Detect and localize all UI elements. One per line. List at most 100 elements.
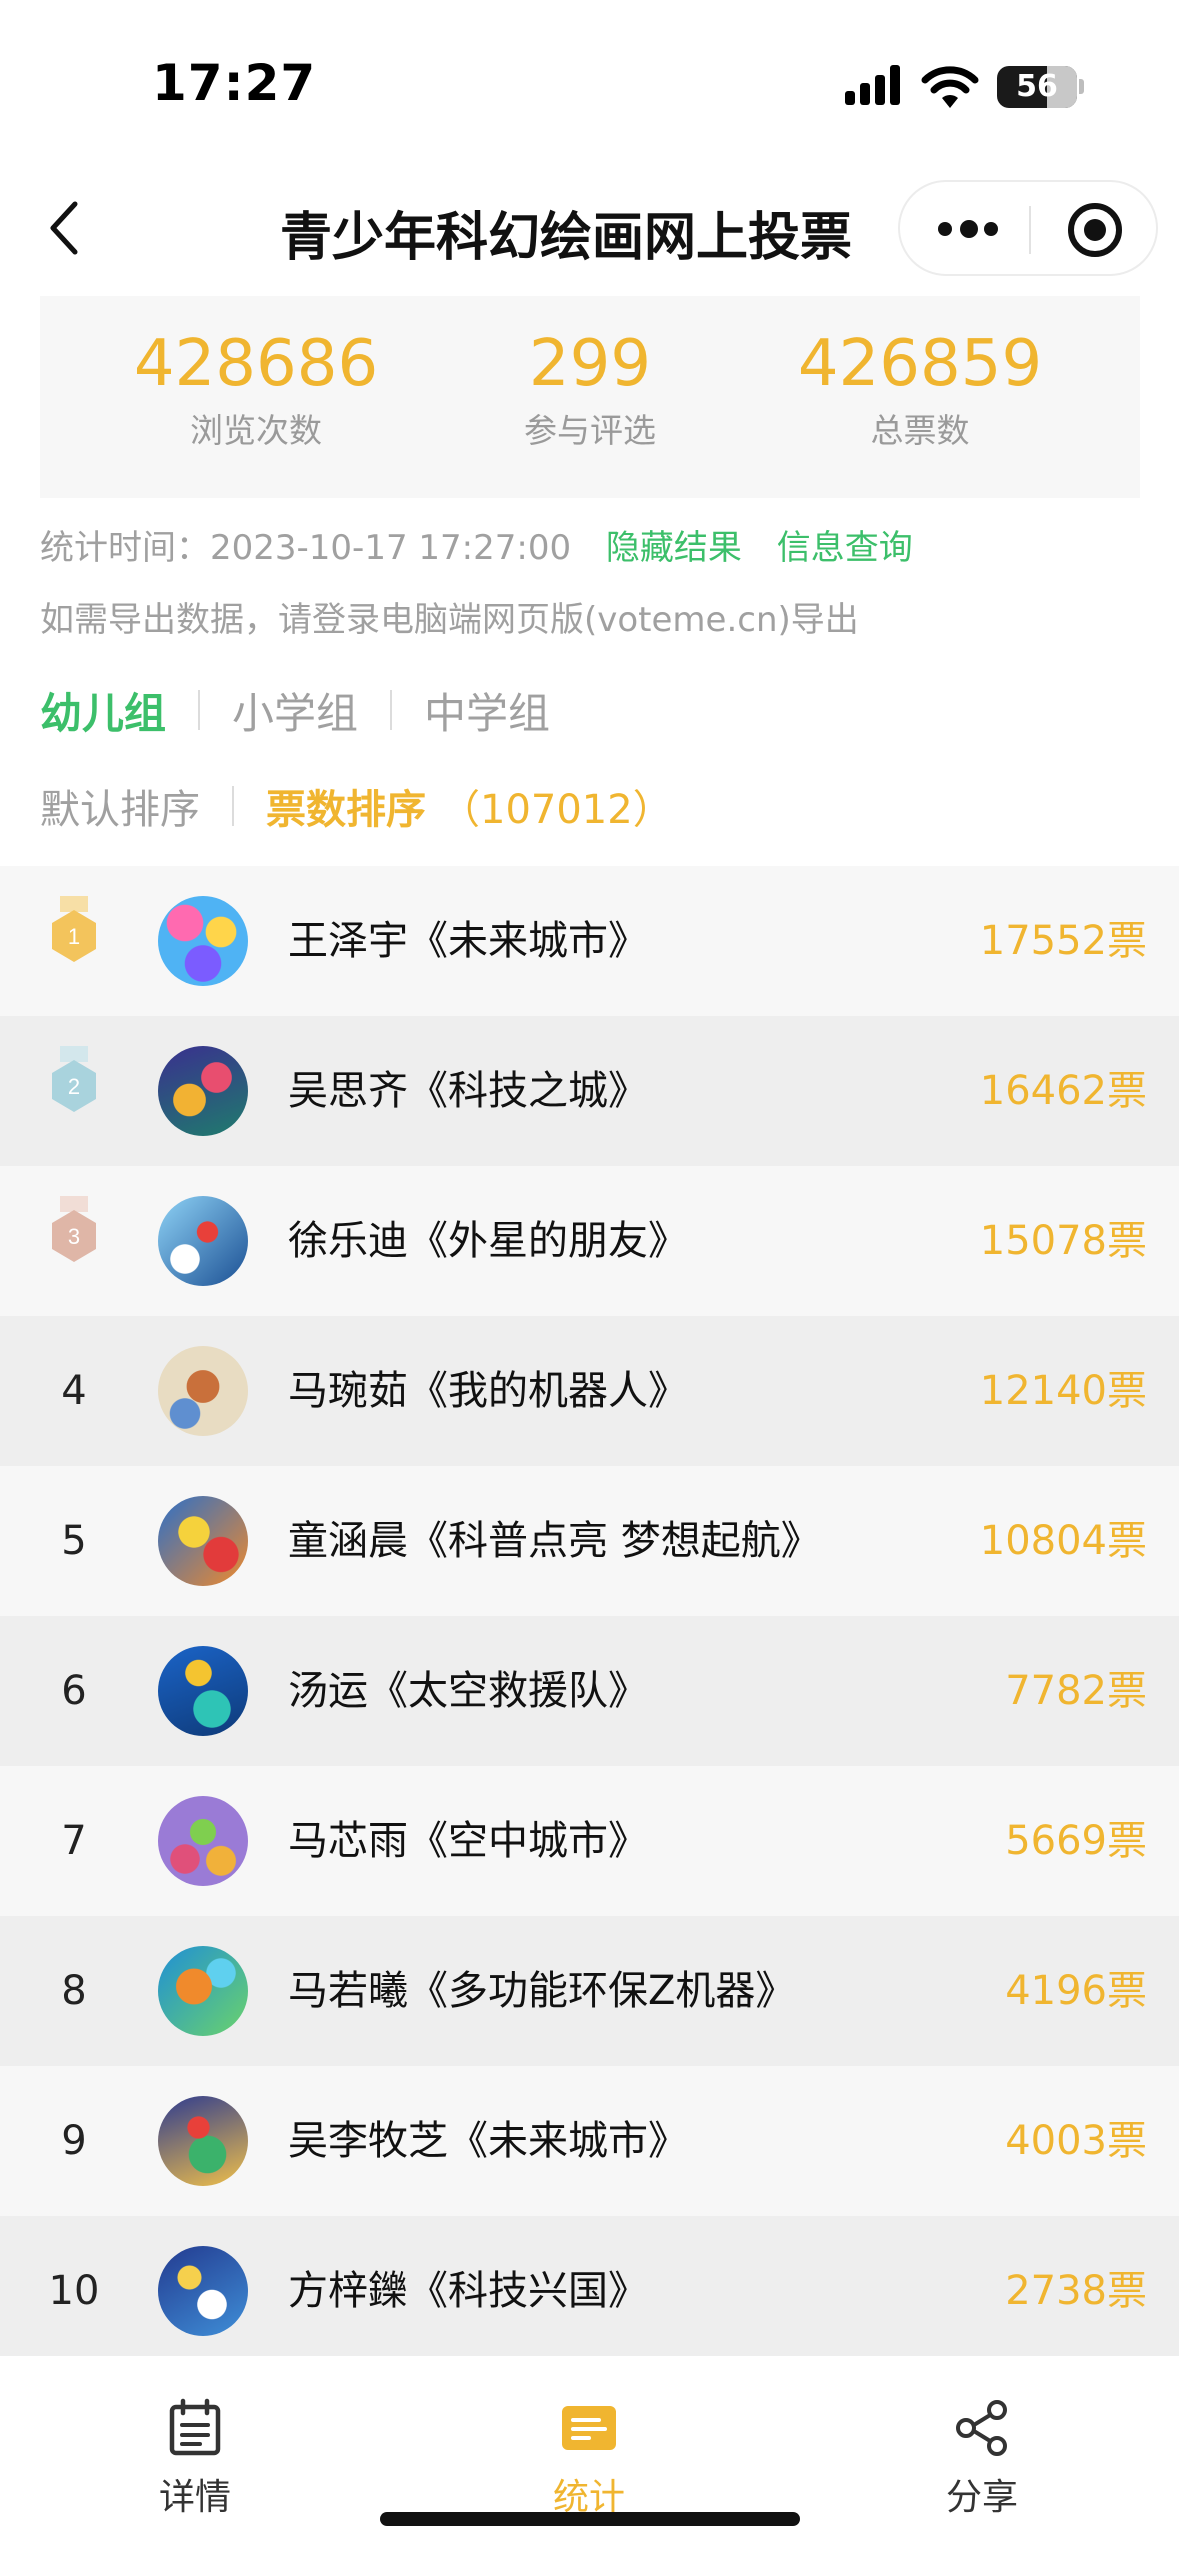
silver-medal-icon: 2 (52, 1046, 96, 1112)
sort-by-votes[interactable]: 票数排序 (266, 777, 426, 835)
battery-level: 56 (1016, 69, 1058, 104)
entry-name: 吴李牧芝《未来城市》 (288, 2118, 688, 2164)
stat-value: 426859 (797, 327, 1043, 401)
home-indicator (380, 2512, 800, 2526)
entry-votes: 10804票 (979, 1518, 1147, 1564)
rank-number: 8 (61, 1968, 87, 2014)
status-time: 17:27 (152, 54, 317, 112)
medal-rank: 1 (68, 924, 80, 949)
tab-separator (198, 690, 201, 730)
list-item[interactable]: 1 王泽宇《未来城市》 17552票 (0, 866, 1179, 1016)
medal-rank: 3 (68, 1224, 80, 1249)
back-arrow-icon[interactable] (45, 198, 85, 258)
entry-votes: 12140票 (979, 1368, 1147, 1414)
sort-vote-count: （107012） (440, 787, 673, 833)
share-icon (956, 2400, 1007, 2456)
tabbar-label: 详情 (158, 2477, 231, 2518)
entry-name: 马若曦《多功能环保Z机器》 (288, 1968, 796, 2014)
entry-votes: 15078票 (979, 1218, 1147, 1264)
entry-votes: 17552票 (979, 918, 1147, 964)
bottom-tab-bar: 详情 统计 分享 (0, 2356, 1179, 2556)
rank-number: 6 (61, 1668, 87, 1714)
calendar-icon (169, 2398, 221, 2456)
list-item[interactable]: 7 马芯雨《空中城市》 5669票 (0, 1766, 1179, 1916)
stat-label: 参与评选 (524, 411, 656, 450)
bronze-medal-icon: 3 (52, 1196, 96, 1262)
artwork-thumbnail (158, 896, 248, 986)
entry-name: 方梓鑠《科技兴国》 (288, 2268, 648, 2314)
sort-default[interactable]: 默认排序 (40, 777, 200, 835)
sort-options: 默认排序 票数排序 （107012） (40, 776, 673, 836)
entry-name: 马琬茹《我的机器人》 (288, 1368, 688, 1414)
rank-number: 5 (61, 1518, 87, 1564)
stat-value: 428686 (133, 327, 379, 401)
entry-name: 马芯雨《空中城市》 (288, 1818, 648, 1864)
tabbar-label: 分享 (945, 2477, 1018, 2518)
stat-time-value: 2023-10-17 17:27:00 (210, 528, 572, 568)
list-item[interactable]: 6 汤运《太空救援队》 7782票 (0, 1616, 1179, 1766)
stat-participants: 299 参与评选 (420, 326, 760, 452)
list-item[interactable]: 4 马琬茹《我的机器人》 12140票 (0, 1316, 1179, 1466)
ranking-list: 1 王泽宇《未来城市》 17552票 2 吴思齐《科技之城》 16462票 3 … (0, 866, 1179, 2366)
battery-icon: 56 (997, 66, 1077, 108)
stats-summary: 428686 浏览次数 299 参与评选 426859 总票数 (40, 296, 1140, 498)
rank-number: 10 (48, 2268, 100, 2314)
info-query-link[interactable]: 信息查询 (777, 528, 913, 568)
list-item[interactable]: 8 马若曦《多功能环保Z机器》 4196票 (0, 1916, 1179, 2066)
sort-separator (232, 786, 234, 826)
stat-label: 总票数 (870, 411, 970, 450)
export-note: 如需导出数据，请登录电脑端网页版(voteme.cn)导出 (40, 600, 859, 640)
stat-time-row: 统计时间：2023-10-17 17:27:00 隐藏结果 信息查询 (40, 520, 913, 569)
stat-value: 299 (528, 327, 652, 401)
entry-name: 徐乐迪《外星的朋友》 (288, 1218, 688, 1264)
entry-votes: 4196票 (1005, 1968, 1147, 2014)
more-icon[interactable] (938, 216, 998, 242)
list-item[interactable]: 3 徐乐迪《外星的朋友》 15078票 (0, 1166, 1179, 1316)
list-item[interactable]: 5 童涵晨《科普点亮 梦想起航》 10804票 (0, 1466, 1179, 1616)
hide-results-link[interactable]: 隐藏结果 (606, 528, 742, 568)
group-tabs: 幼儿组 小学组 中学组 (40, 680, 550, 740)
tab-kindergarten[interactable]: 幼儿组 (40, 680, 166, 741)
tabbar-details[interactable]: 详情 (95, 2398, 295, 2520)
wifi-icon (921, 66, 979, 108)
list-item[interactable]: 2 吴思齐《科技之城》 16462票 (0, 1016, 1179, 1166)
artwork-thumbnail (158, 1946, 248, 2036)
artwork-thumbnail (158, 2246, 248, 2336)
artwork-thumbnail (158, 1196, 248, 1286)
stats-icon (562, 2406, 616, 2450)
artwork-thumbnail (158, 1346, 248, 1436)
artwork-thumbnail (158, 1646, 248, 1736)
tab-separator (390, 690, 393, 730)
rank-number: 9 (61, 2118, 87, 2164)
artwork-thumbnail (158, 1046, 248, 1136)
entry-votes: 2738票 (1005, 2268, 1147, 2314)
medal-rank: 2 (68, 1074, 80, 1099)
entry-name: 汤运《太空救援队》 (288, 1668, 648, 1714)
stat-views: 428686 浏览次数 (86, 326, 426, 452)
capsule-divider (1029, 206, 1031, 254)
entry-votes: 16462票 (979, 1068, 1147, 1114)
battery-nub (1079, 79, 1084, 94)
close-mini-program-icon[interactable] (1068, 203, 1122, 257)
entry-votes: 7782票 (1005, 1668, 1147, 1714)
gold-medal-icon: 1 (52, 896, 96, 962)
artwork-thumbnail (158, 1796, 248, 1886)
entry-name: 王泽宇《未来城市》 (288, 918, 648, 964)
artwork-thumbnail (158, 1496, 248, 1586)
page-title: 青少年科幻绘画网上投票 (280, 208, 853, 268)
entry-votes: 4003票 (1005, 2118, 1147, 2164)
rank-number: 4 (61, 1368, 87, 1414)
entry-votes: 5669票 (1005, 1818, 1147, 1864)
tabbar-share[interactable]: 分享 (882, 2398, 1082, 2520)
tab-middle[interactable]: 中学组 (424, 680, 550, 741)
stat-label: 浏览次数 (190, 411, 322, 450)
cellular-signal-icon (845, 65, 905, 105)
tab-primary[interactable]: 小学组 (232, 680, 358, 741)
artwork-thumbnail (158, 2096, 248, 2186)
mini-program-capsule (898, 180, 1158, 276)
tabbar-stats[interactable]: 统计 (489, 2398, 689, 2520)
list-item[interactable]: 10 方梓鑠《科技兴国》 2738票 (0, 2216, 1179, 2366)
rank-number: 7 (61, 1818, 87, 1864)
list-item[interactable]: 9 吴李牧芝《未来城市》 4003票 (0, 2066, 1179, 2216)
entry-name: 吴思齐《科技之城》 (288, 1068, 648, 1114)
